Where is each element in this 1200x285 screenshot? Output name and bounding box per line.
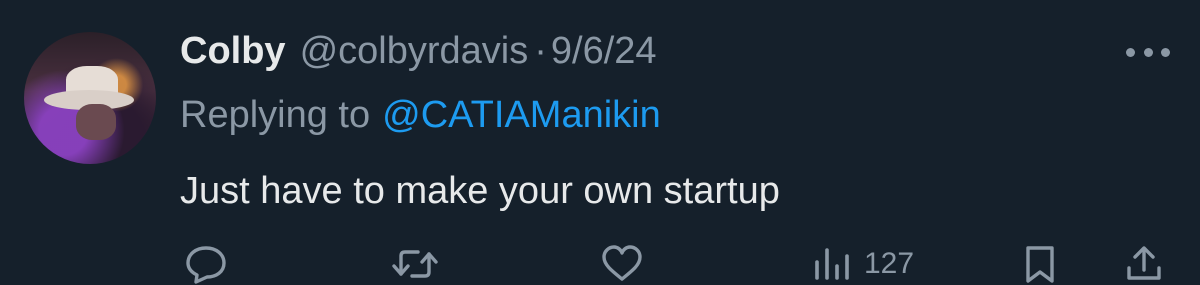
views-count: 127	[864, 247, 915, 280]
replying-prefix: Replying to	[180, 94, 371, 136]
tweet-text: Just have to make your own startup	[180, 170, 780, 212]
heart-icon	[602, 245, 642, 281]
separator-dot: ·	[534, 30, 547, 72]
bookmark-icon	[1026, 246, 1054, 283]
replying-handle-link[interactable]: @CATIAManikin	[382, 94, 661, 136]
tweet-header: Colby @colbyrdavis · 9/6/24	[180, 30, 657, 82]
retweet-button[interactable]	[390, 244, 440, 284]
like-button[interactable]	[600, 244, 644, 284]
more-icon[interactable]	[1126, 40, 1170, 64]
more-dot	[1126, 47, 1135, 57]
more-dot	[1143, 47, 1153, 57]
user-handle[interactable]: @colbyrdavis	[300, 30, 529, 73]
retweet-icon	[392, 250, 438, 278]
more-dot	[1161, 47, 1170, 57]
display-name[interactable]: Colby	[180, 30, 286, 73]
bookmark-button[interactable]	[1020, 244, 1060, 284]
reply-button[interactable]	[184, 244, 228, 284]
views-icon	[815, 248, 849, 280]
avatar[interactable]	[24, 32, 156, 164]
reply-icon	[186, 246, 226, 284]
share-icon	[1127, 246, 1161, 280]
replying-to: Replying to @CATIAManikin	[180, 94, 661, 137]
share-button[interactable]	[1124, 244, 1164, 284]
face	[76, 104, 116, 140]
views-button[interactable]: 127	[812, 244, 914, 284]
tweet-date[interactable]: 9/6/24	[551, 30, 657, 73]
tweet[interactable]: Colby @colbyrdavis · 9/6/24 Replying to @…	[0, 0, 1200, 285]
